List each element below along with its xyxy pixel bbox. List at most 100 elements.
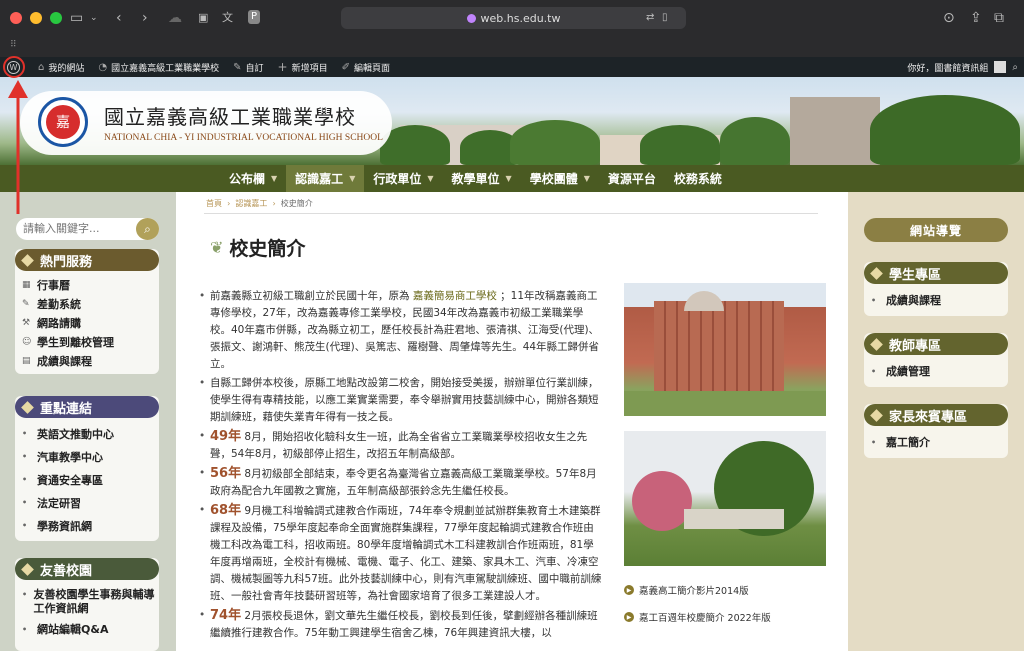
cloud-icon[interactable]: ☁ <box>168 9 182 27</box>
annotation-arrow <box>3 56 28 214</box>
video-link-2014[interactable]: ▶ 嘉義高工簡介影片2014版 <box>624 583 749 597</box>
url-text: web.hs.edu.tw <box>480 11 561 25</box>
site-navigation-label: 網站導覽 <box>909 223 962 238</box>
left-sidebar: ⌕ 熱門服務 ▦ 行事曆 ✎ 差勤系統 ⚒ 網路請購 ☺ 學生到離校管理 ▤ 成績與課程 重點連結… <box>0 192 176 651</box>
list-item[interactable]: ▦ 行事曆 <box>22 275 159 294</box>
key-links-list: • 英語文推動中心 • 汽車教學中心 • 資通安全專區 • 法定研習 • 學務資訊網 <box>15 418 159 541</box>
list-item[interactable]: • 成績管理 <box>871 359 1008 383</box>
site-navigation-button[interactable]: 網站導覽 <box>864 218 1008 242</box>
nav-item[interactable]: 認識嘉工 ▼ <box>286 165 365 192</box>
wp-admin-bar: W ⌂ 我的網站 ◔ 國立嘉義高級工業職業學校 ✎ 自訂 + 新增項目 ✐ 編輯… <box>0 57 1024 77</box>
school-name-link[interactable]: 嘉義簡易商工學校 <box>413 290 497 302</box>
list-item[interactable]: • 網站編輯Q&A <box>22 621 159 637</box>
sidebar-toggle-icon[interactable]: ▭ <box>70 9 83 27</box>
list-item-label: 行事曆 <box>37 278 70 292</box>
translate-extension-icon[interactable]: 文 <box>222 9 233 27</box>
list-item[interactable]: ▤ 成績與課程 <box>22 351 159 370</box>
new-item-button[interactable]: + 新增項目 <box>271 57 335 77</box>
notion-extension-icon[interactable]: ▣ <box>198 9 208 27</box>
video-link-2022[interactable]: ▶ 嘉工百週年校慶簡介 2022年版 <box>624 610 771 624</box>
play-icon: ▶ <box>624 585 634 595</box>
school-building-photo <box>624 283 826 416</box>
list-item[interactable]: ✎ 差勤系統 <box>22 294 159 313</box>
list-item[interactable]: ☺ 學生到離校管理 <box>22 332 159 351</box>
list-item[interactable]: • 友善校園學生事務與輔導工作資訊網 <box>22 588 159 616</box>
avatar[interactable] <box>994 61 1007 73</box>
bullet-icon: • <box>22 521 28 530</box>
list-item[interactable]: • 汽車教學中心 <box>22 445 159 468</box>
nav-item[interactable]: 行政單位 ▼ <box>364 165 442 192</box>
teacher-zone-title-text: 教師專區 <box>889 338 942 354</box>
bullet-icon: • <box>871 437 877 447</box>
list-item[interactable]: • 學務資訊網 <box>22 514 159 537</box>
nav-item[interactable]: 教學單位 ▼ <box>443 165 521 192</box>
school-logo[interactable]: 嘉 國立嘉義高級工業職業學校 NATIONAL CHIA - YI INDUST… <box>20 91 392 155</box>
list-item[interactable]: • 英語文推動中心 <box>22 422 159 445</box>
site-name-button[interactable]: ◔ 國立嘉義高級工業職業學校 <box>91 57 226 77</box>
nav-item[interactable]: 學校團體 ▼ <box>521 165 599 192</box>
parent-zone-title-text: 家長來賓專區 <box>889 409 968 425</box>
window-controls <box>10 12 62 24</box>
nav-item-label: 學校團體 <box>529 172 578 186</box>
caret-down-icon: ▼ <box>271 174 278 183</box>
student-zone-widget: 學生專區 • 成績與課程 <box>864 262 1008 316</box>
key-links-title-text: 重點連結 <box>40 401 93 417</box>
list-item-label: 學務資訊網 <box>37 519 92 533</box>
wrench-icon: ⚒ <box>22 317 31 328</box>
breadcrumb-home[interactable]: 首頁 <box>206 199 222 208</box>
year-label: 68年 <box>210 503 242 518</box>
campus-trees-photo <box>624 431 826 566</box>
chevron-down-icon[interactable]: ⌄ <box>90 9 98 27</box>
search-icon[interactable]: ⌕ <box>1012 62 1018 73</box>
search-button[interactable]: ⌕ <box>136 218 159 240</box>
back-icon[interactable]: ‹ <box>116 9 122 27</box>
teacher-zone-widget: 教師專區 • 成績管理 <box>864 333 1008 387</box>
tab-overview-icon[interactable]: ⧉ <box>994 9 1004 27</box>
download-icon[interactable]: ⊙ <box>943 9 955 27</box>
list-item[interactable]: ⚒ 網路請購 <box>22 313 159 332</box>
nav-item[interactable]: 校務系統 <box>665 165 731 192</box>
tab-grid-icon[interactable]: ⠿ <box>10 40 17 50</box>
my-sites-button[interactable]: ⌂ 我的網站 <box>31 57 91 77</box>
share-icon[interactable]: ⇪ <box>970 9 982 27</box>
photo-building <box>684 509 784 529</box>
zoom-window-button[interactable] <box>50 12 62 24</box>
bullet-icon: • <box>22 590 28 599</box>
list-item[interactable]: • 嘉工簡介 <box>871 430 1008 454</box>
bullet-icon: • <box>871 295 877 305</box>
play-icon: ▶ <box>624 612 634 622</box>
nav-item[interactable]: 資源平台 <box>599 165 665 192</box>
close-window-button[interactable] <box>10 12 22 24</box>
diamond-icon <box>870 266 883 280</box>
forward-icon[interactable]: › <box>142 9 148 27</box>
list-item[interactable]: • 資通安全專區 <box>22 468 159 491</box>
minimize-window-button[interactable] <box>30 12 42 24</box>
nav-item[interactable]: 公布欄 ▼ <box>220 165 286 192</box>
translate-page-icon[interactable]: ⇄ <box>646 9 654 27</box>
nav-item-label: 教學單位 <box>451 172 500 186</box>
list-item-label: 資通安全專區 <box>37 473 103 487</box>
text: 8月，開始招收化驗科女生一班，此為全省省立工業職業學校招收女生之先聲，54年8月… <box>210 431 588 460</box>
browser-toolbar: ▭ ⌄ ‹ › ☁ ▣ 文 P web.hs.edu.tw ⇄ ▯ ⊙ ⇪ ⧉ … <box>0 0 1024 57</box>
photo-building-top <box>684 291 724 311</box>
friendly-campus-widget: 友善校園 • 友善校園學生事務與輔導工作資訊網 • 網站編輯Q&A <box>15 558 159 651</box>
breadcrumb-section[interactable]: 認識嘉工 <box>235 199 267 208</box>
banner-tree <box>870 95 1020 165</box>
photo-building <box>654 301 784 393</box>
list-item[interactable]: • 成績與課程 <box>871 288 1008 312</box>
reader-icon[interactable]: ▯ <box>662 9 668 27</box>
school-emblem-icon: 嘉 <box>38 97 88 147</box>
user-greeting[interactable]: 你好，圖書館資訊組 <box>907 61 988 74</box>
video-link-label: 嘉工百週年校慶簡介 2022年版 <box>639 613 771 624</box>
extension-p-icon[interactable]: P <box>248 10 261 24</box>
customize-button[interactable]: ✎ 自訂 <box>226 57 270 77</box>
edit-page-button[interactable]: ✐ 編輯頁面 <box>335 57 397 77</box>
list-item-label: 成績管理 <box>886 365 930 378</box>
annotation-arrowhead <box>8 80 28 98</box>
edit-icon: ✐ <box>341 61 350 73</box>
parent-zone-title: 家長來賓專區 <box>864 404 1008 426</box>
address-bar[interactable]: web.hs.edu.tw <box>341 7 686 29</box>
banner-tree <box>510 120 600 165</box>
list-item[interactable]: • 法定研習 <box>22 491 159 514</box>
list-item-label: 成績與課程 <box>37 354 92 368</box>
